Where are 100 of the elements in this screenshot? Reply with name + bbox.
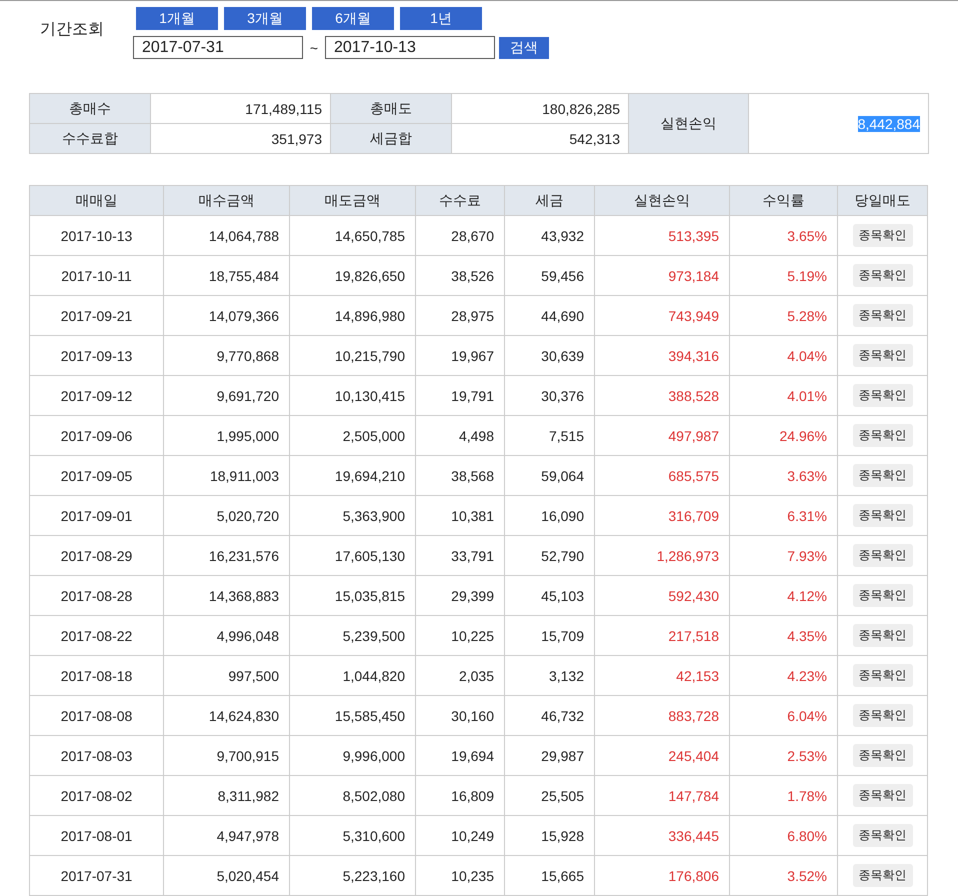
table-cell: 2017-08-22	[30, 616, 164, 656]
summary-label: 세금합	[330, 124, 452, 154]
table-cell: 4.01%	[730, 376, 838, 416]
table-cell: 1,995,000	[164, 416, 290, 456]
table-cell: 2017-08-08	[30, 696, 164, 736]
table-cell: 33,791	[416, 536, 504, 576]
table-cell: 2.53%	[730, 736, 838, 776]
table-cell: 1.78%	[730, 776, 838, 816]
check-stocks-button[interactable]: 종목확인	[852, 424, 912, 447]
table-cell: 4,996,048	[164, 616, 290, 656]
summary-label: 총매수	[30, 94, 150, 124]
table-cell: 14,650,785	[290, 216, 416, 256]
period-button[interactable]: 3개월	[224, 7, 306, 30]
check-stocks-button[interactable]: 종목확인	[852, 264, 912, 287]
table-cell: 17,605,130	[290, 536, 416, 576]
table-cell: 8,311,982	[164, 776, 290, 816]
table-cell: 43,932	[504, 216, 594, 256]
table-cell: 5.19%	[730, 256, 838, 296]
check-stocks-button[interactable]: 종목확인	[852, 504, 912, 527]
table-cell: 15,585,450	[290, 696, 416, 736]
profit-total-value: 8,442,884	[858, 116, 920, 132]
check-stocks-button[interactable]: 종목확인	[852, 344, 912, 367]
start-date-field[interactable]: 2017-07-31	[133, 36, 303, 59]
table-cell: 2017-08-01	[30, 816, 164, 856]
check-stocks-button[interactable]: 종목확인	[852, 744, 912, 767]
table-cell: 14,368,883	[164, 576, 290, 616]
table-cell: 15,665	[504, 856, 594, 896]
table-cell: 2017-08-28	[30, 576, 164, 616]
table-cell: 45,103	[504, 576, 594, 616]
check-stocks-button[interactable]: 종목확인	[852, 584, 912, 607]
table-cell: 336,445	[594, 816, 730, 856]
column-header: 세금	[504, 186, 594, 216]
table-cell: 2017-08-02	[30, 776, 164, 816]
table-cell: 316,709	[594, 496, 730, 536]
table-cell: 46,732	[504, 696, 594, 736]
table-cell: 2017-07-31	[30, 856, 164, 896]
check-stocks-button[interactable]: 종목확인	[852, 664, 912, 687]
check-stocks-button[interactable]: 종목확인	[852, 864, 912, 887]
table-cell: 9,691,720	[164, 376, 290, 416]
table-cell: 394,316	[594, 336, 730, 376]
table-cell: 2017-09-12	[30, 376, 164, 416]
table-cell: 388,528	[594, 376, 730, 416]
period-button[interactable]: 1개월	[136, 7, 218, 30]
table-cell: 7.93%	[730, 536, 838, 576]
table-cell: 30,639	[504, 336, 594, 376]
table-cell: 14,064,788	[164, 216, 290, 256]
check-stocks-button[interactable]: 종목확인	[852, 824, 912, 847]
table-cell: 5,223,160	[290, 856, 416, 896]
period-button[interactable]: 1년	[400, 7, 482, 30]
table-cell: 4.35%	[730, 616, 838, 656]
end-date-field[interactable]: 2017-10-13	[325, 36, 495, 59]
table-cell: 3.65%	[730, 216, 838, 256]
table-cell: 16,809	[416, 776, 504, 816]
table-cell: 5,310,600	[290, 816, 416, 856]
table-cell: 1,044,820	[290, 656, 416, 696]
table-cell: 497,987	[594, 416, 730, 456]
table-cell: 4.12%	[730, 576, 838, 616]
check-stocks-button[interactable]: 종목확인	[852, 304, 912, 327]
table-cell: 10,130,415	[290, 376, 416, 416]
table-cell: 147,784	[594, 776, 730, 816]
table-cell: 2017-09-13	[30, 336, 164, 376]
table-cell: 14,079,366	[164, 296, 290, 336]
period-button[interactable]: 6개월	[312, 7, 394, 30]
check-stocks-button[interactable]: 종목확인	[852, 464, 912, 487]
summary-label: 수수료합	[30, 124, 150, 154]
table-cell: 38,568	[416, 456, 504, 496]
table-cell: 3,132	[504, 656, 594, 696]
table-cell: 6.31%	[730, 496, 838, 536]
table-cell: 24.96%	[730, 416, 838, 456]
table-cell: 5,239,500	[290, 616, 416, 656]
search-button[interactable]: 검색	[499, 36, 549, 58]
check-stocks-button[interactable]: 종목확인	[852, 224, 912, 247]
check-stocks-button[interactable]: 종목확인	[852, 784, 912, 807]
table-cell: 29,987	[504, 736, 594, 776]
table-cell: 59,064	[504, 456, 594, 496]
table-cell: 2017-09-06	[30, 416, 164, 456]
table-cell: 743,949	[594, 296, 730, 336]
table-cell: 513,395	[594, 216, 730, 256]
table-cell: 29,399	[416, 576, 504, 616]
column-header: 당일매도	[838, 186, 928, 216]
table-cell: 2017-08-03	[30, 736, 164, 776]
table-cell: 1,286,973	[594, 536, 730, 576]
check-stocks-button[interactable]: 종목확인	[852, 544, 912, 567]
table-cell: 15,928	[504, 816, 594, 856]
check-stocks-button[interactable]: 종목확인	[852, 624, 912, 647]
table-cell: 44,690	[504, 296, 594, 336]
table-cell: 7,515	[504, 416, 594, 456]
table-cell: 19,791	[416, 376, 504, 416]
column-header: 수익률	[730, 186, 838, 216]
check-stocks-button[interactable]: 종목확인	[852, 384, 912, 407]
table-cell: 19,826,650	[290, 256, 416, 296]
table-cell: 6.04%	[730, 696, 838, 736]
summary-value: 180,826,285	[452, 94, 628, 124]
table-cell: 30,160	[416, 696, 504, 736]
table-cell: 2,035	[416, 656, 504, 696]
table-cell: 10,381	[416, 496, 504, 536]
check-stocks-button[interactable]: 종목확인	[852, 704, 912, 727]
table-cell: 10,215,790	[290, 336, 416, 376]
table-cell: 18,911,003	[164, 456, 290, 496]
table-cell: 59,456	[504, 256, 594, 296]
